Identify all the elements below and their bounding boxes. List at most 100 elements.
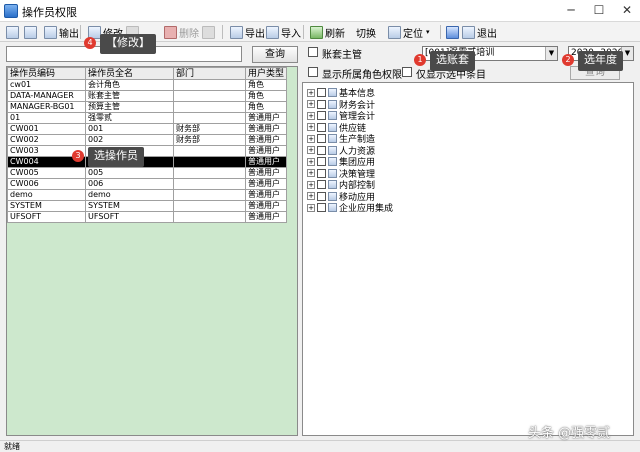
tree-checkbox[interactable] <box>317 123 326 132</box>
table-cell: CW006 <box>8 179 86 190</box>
tree-checkbox[interactable] <box>317 192 326 201</box>
exit-button[interactable]: 退出 <box>462 24 497 40</box>
column-header[interactable]: 部门 <box>174 68 246 80</box>
tree-checkbox[interactable] <box>317 146 326 155</box>
table-cell: 普通用户 <box>246 168 287 179</box>
query-button[interactable]: 查询 <box>252 46 298 63</box>
table-row[interactable]: UFSOFTUFSOFT普通用户 <box>8 212 287 223</box>
locate-icon <box>388 26 401 39</box>
expand-icon[interactable]: + <box>307 169 315 177</box>
expand-icon[interactable]: + <box>307 204 315 212</box>
refresh-icon <box>310 26 323 39</box>
expand-icon[interactable]: + <box>307 192 315 200</box>
table-cell: 普通用户 <box>246 212 287 223</box>
tree-item[interactable]: +人力资源 <box>307 145 375 156</box>
table-cell: 角色 <box>246 80 287 91</box>
table-cell: 财务部 <box>174 124 246 135</box>
minimize-button[interactable]: ─ <box>556 0 586 21</box>
only-selected-checkbox[interactable] <box>402 67 412 77</box>
delete-button[interactable]: 删除 <box>164 24 199 40</box>
expand-icon[interactable]: + <box>307 158 315 166</box>
table-row[interactable]: 01强零贰普通用户 <box>8 113 287 124</box>
tree-item[interactable]: +移动应用 <box>307 191 375 202</box>
table-cell <box>174 91 246 102</box>
expand-icon[interactable]: + <box>307 135 315 143</box>
permission-pane: 账套主管 [001]强零贰培训 ▼ 2020--2020 ▼ 显示所属角色权限 … <box>302 44 634 436</box>
step-badge-3: 3 <box>72 150 84 162</box>
table-cell: 会计角色 <box>86 80 174 91</box>
exit-label: 退出 <box>477 25 497 40</box>
preview-button[interactable] <box>24 24 39 40</box>
column-header[interactable]: 操作员全名 <box>86 68 174 80</box>
tree-checkbox[interactable] <box>317 157 326 166</box>
operator-grid: 操作员编码操作员全名部门用户类型 cw01会计角色角色DATA-MANAGER账… <box>6 66 298 436</box>
switch-label: 切换 <box>356 25 376 40</box>
expand-icon[interactable]: + <box>307 100 315 108</box>
help-button[interactable] <box>446 24 461 40</box>
tree-checkbox[interactable] <box>317 169 326 178</box>
table-cell: demo <box>86 190 174 201</box>
table-row[interactable]: CW006006 普通用户 <box>8 179 287 190</box>
tree-item[interactable]: +集团应用 <box>307 156 375 167</box>
column-header[interactable]: 操作员编码 <box>8 68 86 80</box>
table-row[interactable]: MANAGER-BG01预算主管角色 <box>8 102 287 113</box>
tree-checkbox[interactable] <box>317 111 326 120</box>
supervisor-checkbox[interactable] <box>308 47 318 57</box>
tree-checkbox[interactable] <box>317 134 326 143</box>
column-header[interactable]: 用户类型 <box>246 68 287 80</box>
title-bar: 操作员权限 ─ ☐ ✕ <box>0 0 640 22</box>
maximize-button[interactable]: ☐ <box>584 0 614 21</box>
chevron-down-icon: ▾ <box>426 28 430 36</box>
table-row[interactable]: CW001001财务部普通用户 <box>8 124 287 135</box>
tree-checkbox[interactable] <box>317 203 326 212</box>
tree-item[interactable]: +决策管理 <box>307 168 375 179</box>
preview-icon <box>24 26 37 39</box>
table-cell: MANAGER-BG01 <box>8 102 86 113</box>
tree-item[interactable]: +管理会计 <box>307 110 375 121</box>
close-button[interactable]: ✕ <box>612 0 640 21</box>
switch-button[interactable]: 切换 <box>356 24 376 40</box>
expand-icon[interactable]: + <box>307 89 315 97</box>
tree-item[interactable]: +生产制造 <box>307 133 375 144</box>
tree-checkbox[interactable] <box>317 180 326 189</box>
refresh-button[interactable]: 刷新 <box>310 24 345 40</box>
tree-item[interactable]: +基本信息 <box>307 87 375 98</box>
show-role-checkbox[interactable] <box>308 67 318 77</box>
table-row[interactable]: demodemo普通用户 <box>8 190 287 201</box>
table-cell: 普通用户 <box>246 135 287 146</box>
tree-item[interactable]: +财务会计 <box>307 99 375 110</box>
table-row[interactable]: CW005005普通用户 <box>8 168 287 179</box>
expand-icon[interactable]: + <box>307 181 315 189</box>
tree-item[interactable]: +企业应用集成 <box>307 202 393 213</box>
export-label: 导出 <box>245 25 265 40</box>
table-row[interactable]: CW003003普通用户 <box>8 146 287 157</box>
tree-item[interactable]: +内部控制 <box>307 179 375 190</box>
import-button[interactable]: 导入 <box>266 24 301 40</box>
table-cell: 005 <box>86 168 174 179</box>
expand-icon[interactable]: + <box>307 112 315 120</box>
annotation-select-year: 选年度 <box>578 51 623 71</box>
table-row[interactable]: cw01会计角色角色 <box>8 80 287 91</box>
table-cell: SYSTEM <box>86 201 174 212</box>
table-row[interactable]: CW004004普通用户 <box>8 157 287 168</box>
status-bar: 就绪 <box>0 440 640 452</box>
locate-button[interactable]: 定位▾ <box>388 24 430 40</box>
operator-list-pane: 查询 操作员编码操作员全名部门用户类型 cw01会计角色角色DATA-MANAG… <box>6 44 298 436</box>
cancel-button[interactable] <box>202 24 217 40</box>
print-button[interactable] <box>6 24 21 40</box>
expand-icon[interactable]: + <box>307 146 315 154</box>
output-button[interactable]: 输出 <box>44 24 79 40</box>
table-row[interactable]: CW002002财务部普通用户 <box>8 135 287 146</box>
table-cell: 006 <box>86 179 174 190</box>
table-cell: 账套主管 <box>86 91 174 102</box>
table-cell: 普通用户 <box>246 179 287 190</box>
tree-item[interactable]: +供应链 <box>307 122 366 133</box>
table-row[interactable]: DATA-MANAGER账套主管角色 <box>8 91 287 102</box>
table-cell <box>174 168 246 179</box>
export-button[interactable]: 导出 <box>230 24 265 40</box>
annotation-select-operator: 选操作员 <box>88 147 144 167</box>
tree-checkbox[interactable] <box>317 88 326 97</box>
table-row[interactable]: SYSTEMSYSTEM普通用户 <box>8 201 287 212</box>
tree-checkbox[interactable] <box>317 100 326 109</box>
expand-icon[interactable]: + <box>307 123 315 131</box>
